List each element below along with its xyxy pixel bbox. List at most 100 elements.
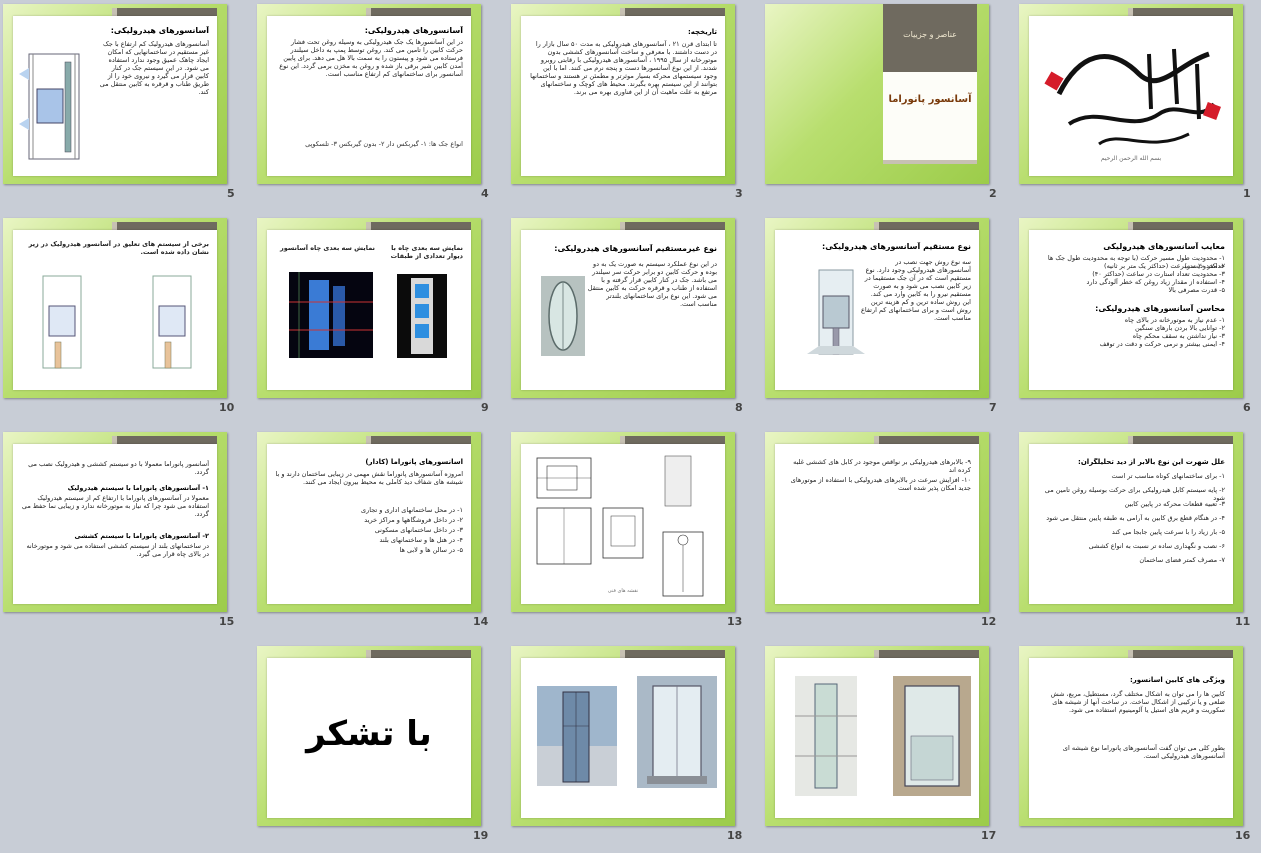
- slide-number: 6: [1243, 401, 1251, 414]
- slide-2[interactable]: عناصر و جزییات آسانسور پانوراما 2: [765, 4, 997, 200]
- slide-16[interactable]: ویژگی های کابین آسانسور: کابین ها را می …: [1019, 646, 1250, 842]
- slide-15[interactable]: آسانسور پانوراما معمولا با دو سیستم کششی…: [3, 432, 234, 628]
- slide-number: 10: [219, 401, 235, 414]
- section-heading-2: ۲- آسانسورهای پانوراما با سیستم کششی: [74, 532, 209, 540]
- usage-4: ۴- در هتل ها و ساختمانهای بلند: [379, 536, 464, 544]
- slide-17[interactable]: 17: [765, 646, 996, 842]
- slide-content: [521, 658, 725, 818]
- disadvantage-2: ۲- محدودیت سرعت (حداکثر یک متر بر ثانیه): [1104, 262, 1225, 270]
- slide-body: در این نوع عملکرد سیستم به صورت یک به دو…: [587, 260, 717, 308]
- slide-title: آسانسور پانوراما: [888, 94, 972, 105]
- slide-14[interactable]: آسانسورهای پانوراما (کادار) امروزه آسانس…: [257, 432, 488, 628]
- slide-heading: ویژگی های کابین آسانسور:: [1129, 676, 1225, 684]
- reason-1: ۱- برای ساختمانهای کوتاه مناسب تر است: [1111, 472, 1225, 480]
- slide-content: برخی از سیستم های تعلیق در آسانسور هیدرو…: [13, 230, 217, 390]
- reason-9: ۹- بالابرهای هیدرولیکی بر نواقص موجود در…: [793, 458, 971, 474]
- usage-3: ۳- در داخل ساختمانهای مسکونی: [374, 526, 463, 534]
- slide-content: نوع مستقیم آسانسورهای هیدرولیکی: سه نوع …: [775, 230, 979, 390]
- slide-content: ویژگی های کابین آسانسور: کابین ها را می …: [1029, 658, 1233, 818]
- slide-content: آسانسورهای هیدرولیکی: در این آسانسورها ی…: [267, 16, 471, 176]
- panoramic-atrium-photo: [795, 676, 857, 796]
- slide-heading: تاریخچه:: [687, 28, 717, 36]
- slide-content: نقشه های فنی: [521, 444, 725, 604]
- section-body-2: در ساختمانهای بلند از سیستم کششی استفاده…: [26, 542, 209, 558]
- slide-18[interactable]: 18: [511, 646, 742, 842]
- slide-number: 16: [1235, 829, 1251, 842]
- slide-number: 1: [1243, 187, 1251, 200]
- slide-number: 5: [227, 187, 235, 200]
- slide-number: 18: [727, 829, 743, 842]
- usage-1: ۱- در محل ساختمانهای اداری و تجاری: [361, 506, 463, 514]
- slide-number: 13: [727, 615, 743, 628]
- slide-1[interactable]: بسم الله الرحمن الرحیم 1: [1019, 4, 1251, 200]
- usage-2: ۲- در داخل فروشگاهها و مراکز خرید: [364, 516, 463, 524]
- slide-subtitle: عناصر و جزییات: [903, 30, 957, 39]
- disadvantage-5: ۵- قدرت مصرفی بالا: [1168, 286, 1225, 294]
- technical-drawings-image: نقشه های فنی: [536, 455, 704, 597]
- slide-content: با تشکر: [267, 658, 471, 818]
- slide-caption-right: نمایش سه بعدی چاه با دیوار تعدادی از طبق…: [390, 244, 463, 260]
- slide-number: 15: [219, 615, 235, 628]
- slide-19[interactable]: با تشکر 19: [257, 646, 488, 842]
- slide-body-2: بطور کلی می توان گفت آسانسورهای پانوراما…: [1062, 744, 1225, 760]
- slide-content: آسانسورهای پانوراما (کادار) امروزه آسانس…: [267, 444, 471, 604]
- slide-caption-left: نمایش سه بعدی چاه آسانسور: [280, 244, 375, 252]
- slide-6[interactable]: معایب آسانسورهای هیدرولیکی ۱- محدودیت طو…: [1019, 218, 1251, 414]
- reason-6: ۶- نصب و نگهداری ساده تر نسبت به انواع ک…: [1088, 542, 1225, 550]
- slide-heading: آسانسورهای پانوراما (کادار): [365, 458, 463, 466]
- slide-12[interactable]: ۹- بالابرهای هیدرولیکی بر نواقص موجود در…: [765, 432, 996, 628]
- calligraphy-text: بسم الله الرحمن الرحیم: [1101, 155, 1162, 162]
- slide-heading: علل شهرت این نوع بالابر از دید تحلیلگران…: [1078, 458, 1225, 466]
- section-body-1: معمولا در آسانسورهای پانوراما با ارتفاع …: [21, 494, 209, 518]
- slide-content: نمایش سه بعدی چاه با دیوار تعدادی از طبق…: [267, 230, 471, 390]
- slide-4[interactable]: آسانسورهای هیدرولیکی: در این آسانسورها ی…: [257, 4, 489, 200]
- elevator-diagram-image: [19, 53, 80, 160]
- slide-caption: برخی از سیستم های تعلیق در آسانسور هیدرو…: [28, 240, 209, 256]
- advantage-4: ۴- ایمنی بیشتر و نرمی حرکت و دقت در توقف: [1099, 340, 1225, 348]
- slide-9[interactable]: نمایش سه بعدی چاه با دیوار تعدادی از طبق…: [257, 218, 489, 414]
- reason-7: ۷- مصرف کمتر فضای ساختمان: [1139, 556, 1225, 564]
- slide-13[interactable]: نقشه های فنی 13: [511, 432, 742, 628]
- title-panel: عناصر و جزییات آسانسور پانوراما: [883, 4, 977, 164]
- slide-number: 14: [473, 615, 489, 628]
- reason-4: ۴- در هنگام قطع برق کابین به آرامی به طب…: [1046, 514, 1225, 522]
- slide-subheading: محاسن آسانسورهای هیدرولیکی:: [1095, 304, 1225, 313]
- slide-content: تاریخچه: تا ابتدای قرن ۲۱ ، آسانسورهای ه…: [521, 16, 725, 176]
- disadvantage-4: ۴- استفاده از مقدار زیاد روغن که خطر آلو…: [1086, 278, 1225, 286]
- slide-body: آسانسورهای هیدرولیک کم ارتفاع با جک غیر …: [99, 40, 209, 96]
- suspension-systems-image: [42, 275, 192, 369]
- slide-number: 3: [735, 187, 743, 200]
- slide-content: بسم الله الرحمن الرحیم: [1029, 16, 1233, 176]
- slide-number: 8: [735, 401, 743, 414]
- section-heading-1: ۱- آسانسورهای پانوراما با سیستم هیدرولیک: [67, 484, 209, 492]
- slide-intro: آسانسور پانوراما معمولا با دو سیستم کششی…: [28, 460, 209, 476]
- drawings-label: نقشه های فنی: [608, 588, 638, 594]
- slide-number: 19: [473, 829, 489, 842]
- slide-heading: آسانسورهای هیدرولیکی:: [364, 26, 463, 35]
- slide-body: امروزه آسانسورهای پانوراما نقش مهمی در ز…: [275, 470, 463, 486]
- slide-number: 4: [481, 187, 489, 200]
- slide-content: علل شهرت این نوع بالابر از دید تحلیلگران…: [1029, 444, 1233, 604]
- slide-11[interactable]: علل شهرت این نوع بالابر از دید تحلیلگران…: [1019, 432, 1250, 628]
- slide-number: 17: [981, 829, 997, 842]
- slide-number: 7: [989, 401, 997, 414]
- slide-heading: نوع غیرمستقیم آسانسورهای هیدرولیکی:: [554, 244, 717, 253]
- advantage-2: ۲- توانایی بالا بردن بارهای سنگین: [1134, 324, 1225, 332]
- slide-number: 12: [981, 615, 997, 628]
- slide-content: ۹- بالابرهای هیدرولیکی بر نواقص موجود در…: [775, 444, 979, 604]
- panoramic-cabin-photo: [541, 276, 585, 356]
- slide-8[interactable]: نوع غیرمستقیم آسانسورهای هیدرولیکی: در ا…: [511, 218, 743, 414]
- reason-3: ۳- تعبیه قطعات محرکه در پایین کابین: [1124, 500, 1225, 508]
- advantage-1: ۱- عدم نیاز به موتورخانه در بالای چاه: [1124, 316, 1225, 324]
- slide-3[interactable]: تاریخچه: تا ابتدای قرن ۲۱ ، آسانسورهای ه…: [511, 4, 743, 200]
- slide-body: در این آسانسورها یک جک هیدرولیکی به وسیل…: [279, 38, 463, 78]
- slide-content: نوع غیرمستقیم آسانسورهای هیدرولیکی: در ا…: [521, 230, 725, 390]
- slide-7[interactable]: نوع مستقیم آسانسورهای هیدرولیکی: سه نوع …: [765, 218, 997, 414]
- slide-heading: معایب آسانسورهای هیدرولیکی: [1103, 242, 1225, 251]
- slide-10[interactable]: برخی از سیستم های تعلیق در آسانسور هیدرو…: [3, 218, 234, 414]
- reason-5: ۵- بار زیاد را با سرعت پایین جابجا می کن…: [1111, 528, 1225, 536]
- shaft-3d-image: [289, 272, 373, 358]
- glass-elevator-photo-left: [537, 686, 617, 786]
- slide-body-1: کابین ها را می توان به اشکال مختلف گرد، …: [1050, 690, 1225, 714]
- slide-5[interactable]: آسانسورهای هیدرولیکی: آسانسورهای هیدرولی…: [3, 4, 235, 200]
